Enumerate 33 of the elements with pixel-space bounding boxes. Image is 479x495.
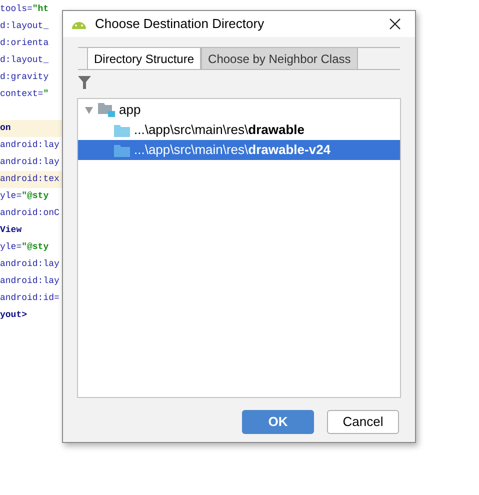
module-folder-icon: [98, 103, 115, 117]
folder-icon: [114, 144, 130, 156]
code-line: android:tex: [0, 174, 60, 184]
code-line: android:lay: [0, 259, 60, 269]
code-line: d:layout_: [0, 55, 49, 65]
cancel-button[interactable]: Cancel: [327, 410, 399, 434]
code-line: android:id=: [0, 293, 60, 303]
code-line: android:lay: [0, 157, 60, 167]
code-line: yle="@sty: [0, 242, 49, 252]
expanded-arrow-icon[interactable]: [84, 105, 94, 115]
code-line: android:lay: [0, 140, 60, 150]
android-icon: [71, 19, 87, 29]
code-line: d:gravity: [0, 72, 49, 82]
tab[interactable]: Choose by Neighbor Class: [201, 48, 358, 69]
code-line: on: [0, 123, 11, 133]
tab[interactable]: Directory Structure: [87, 48, 202, 69]
window-title: Choose Destination Directory: [95, 15, 266, 34]
tree-item[interactable]: ...\app\src\main\res\drawable: [78, 120, 400, 140]
code-line: android:lay: [0, 276, 60, 286]
code-line: context=": [0, 89, 49, 99]
code-line: d:layout_: [0, 21, 49, 31]
tree-item[interactable]: app: [78, 100, 400, 120]
code-line: d:orienta: [0, 38, 49, 48]
code-line: yle="@sty: [0, 191, 49, 201]
code-line: android:onC: [0, 208, 60, 218]
code-line: View: [0, 225, 22, 235]
filter-icon[interactable]: [78, 76, 91, 89]
folder-icon: [114, 124, 130, 136]
ok-button[interactable]: OK: [242, 410, 314, 434]
tree-item[interactable]: ...\app\src\main\res\drawable-v24: [78, 140, 400, 160]
code-line: tools="ht: [0, 4, 49, 14]
close-icon: [389, 18, 401, 30]
code-line: yout>: [0, 310, 28, 320]
